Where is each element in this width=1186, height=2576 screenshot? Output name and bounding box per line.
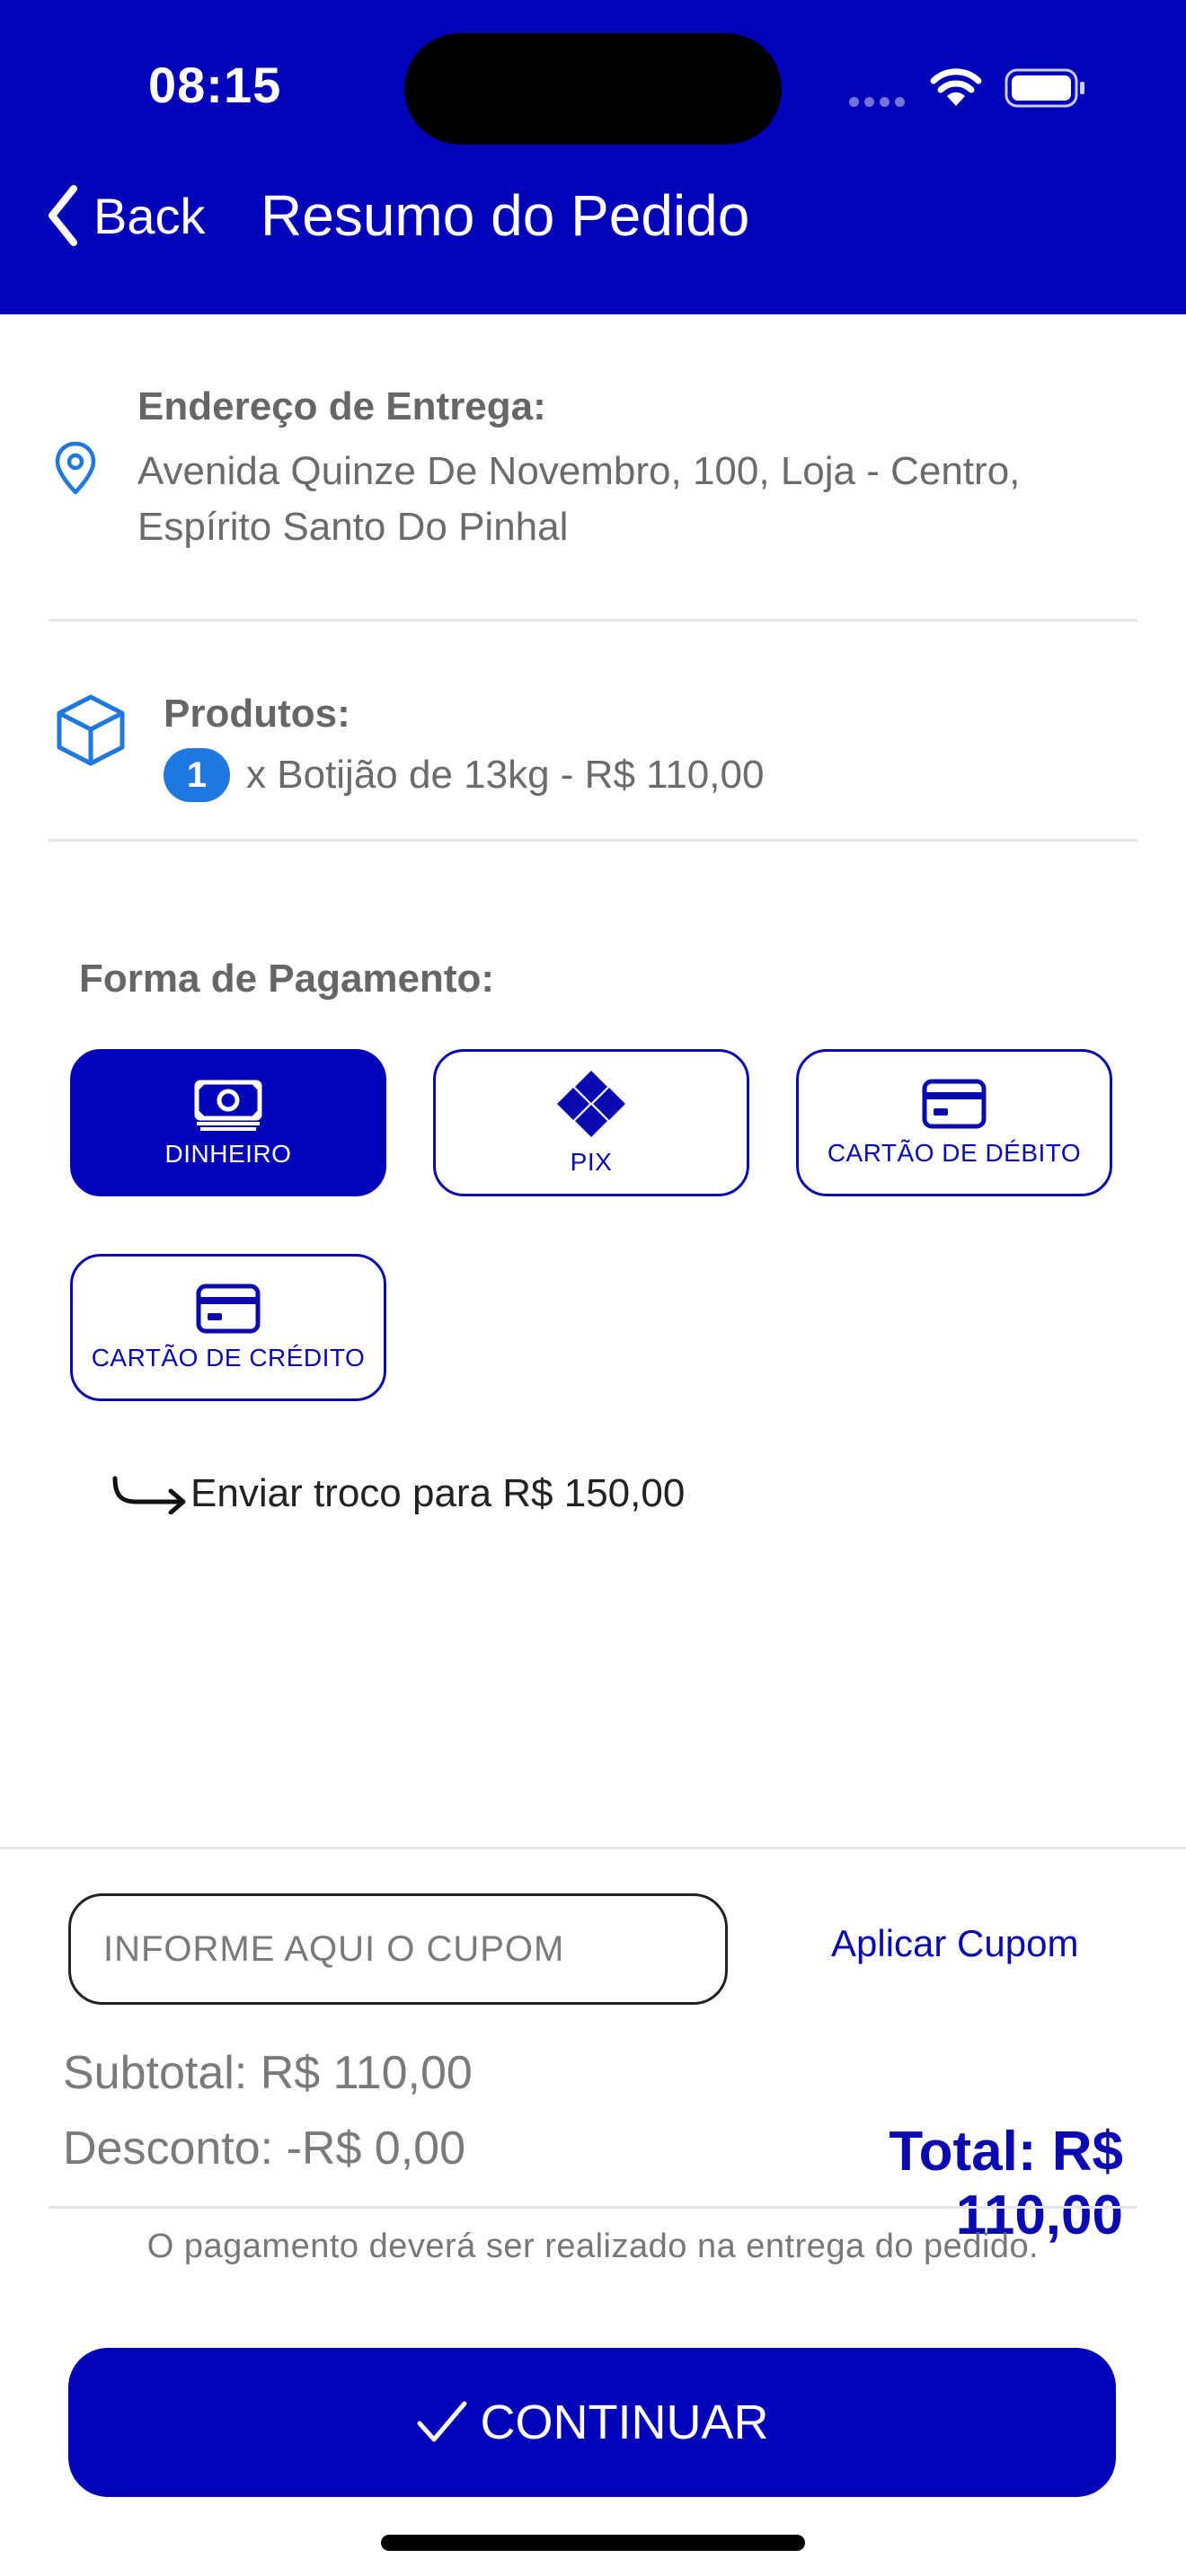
- product-item: 1 x Botijão de 13kg - R$ 110,00: [164, 748, 764, 802]
- pix-icon: [557, 1071, 625, 1137]
- battery-icon: [1005, 68, 1084, 108]
- payment-option-label: CARTÃO DE DÉBITO: [827, 1139, 1082, 1167]
- address-text: Avenida Quinze De Novembro, 100, Loja - …: [137, 444, 1126, 555]
- product-description: x Botijão de 13kg - R$ 110,00: [246, 753, 765, 797]
- address-line-2: Espírito Santo Do Pinhal: [137, 505, 569, 549]
- package-icon: [57, 694, 125, 766]
- back-label: Back: [93, 187, 206, 244]
- coupon-input[interactable]: [68, 1893, 728, 2005]
- payment-option-cash[interactable]: DINHEIRO: [70, 1049, 386, 1196]
- wifi-icon: [930, 68, 982, 106]
- payment-option-label: PIX: [570, 1148, 613, 1176]
- card-icon: [196, 1284, 261, 1334]
- address-line-1: Avenida Quinze De Novembro, 100, Loja - …: [137, 449, 1021, 493]
- arrow-turn-right-icon: [112, 1476, 186, 1514]
- dynamic-island: [404, 33, 782, 145]
- location-pin-icon: [55, 441, 96, 495]
- payment-title: Forma de Pagamento:: [79, 957, 495, 1001]
- app-header: 08:15 Back Resumo do Pedido: [0, 0, 1186, 314]
- address-title: Endereço de Entrega:: [137, 384, 546, 428]
- divider: [49, 2206, 1137, 2209]
- card-icon: [922, 1079, 987, 1129]
- apply-coupon-button[interactable]: Aplicar Cupom: [831, 1922, 1078, 1965]
- quantity-badge: 1: [164, 748, 230, 802]
- change-text: Enviar troco para R$ 150,00: [190, 1471, 686, 1515]
- change-info: Enviar troco para R$ 150,00: [110, 1471, 685, 1516]
- home-indicator[interactable]: [381, 2535, 805, 2551]
- checkmark-icon: [417, 2401, 466, 2442]
- payment-option-credit-card[interactable]: CARTÃO DE CRÉDITO: [70, 1254, 386, 1401]
- subtotal-text: Subtotal: R$ 110,00: [63, 2047, 473, 2099]
- payment-option-label: CARTÃO DE CRÉDITO: [91, 1344, 366, 1372]
- page-title: Resumo do Pedido: [261, 183, 750, 248]
- chevron-left-icon: [49, 185, 77, 246]
- back-button[interactable]: Back: [45, 180, 206, 251]
- cash-icon: [194, 1080, 262, 1131]
- divider: [49, 619, 1137, 622]
- products-title: Produtos:: [164, 692, 350, 736]
- status-time: 08:15: [148, 57, 282, 113]
- payment-note: O pagamento deverá ser realizado na entr…: [146, 2228, 1040, 2265]
- signal-dots-icon: [849, 95, 910, 107]
- discount-text: Desconto: -R$ 0,00: [63, 2122, 466, 2175]
- continue-label: CONTINUAR: [480, 2395, 769, 2449]
- continue-button[interactable]: CONTINUAR: [68, 2348, 1116, 2497]
- payment-option-label: DINHEIRO: [164, 1140, 292, 1168]
- divider: [49, 839, 1137, 842]
- bottom-panel-divider: [0, 1847, 1186, 1849]
- payment-option-debit-card[interactable]: CARTÃO DE DÉBITO: [796, 1049, 1112, 1196]
- payment-option-pix[interactable]: PIX: [433, 1049, 749, 1196]
